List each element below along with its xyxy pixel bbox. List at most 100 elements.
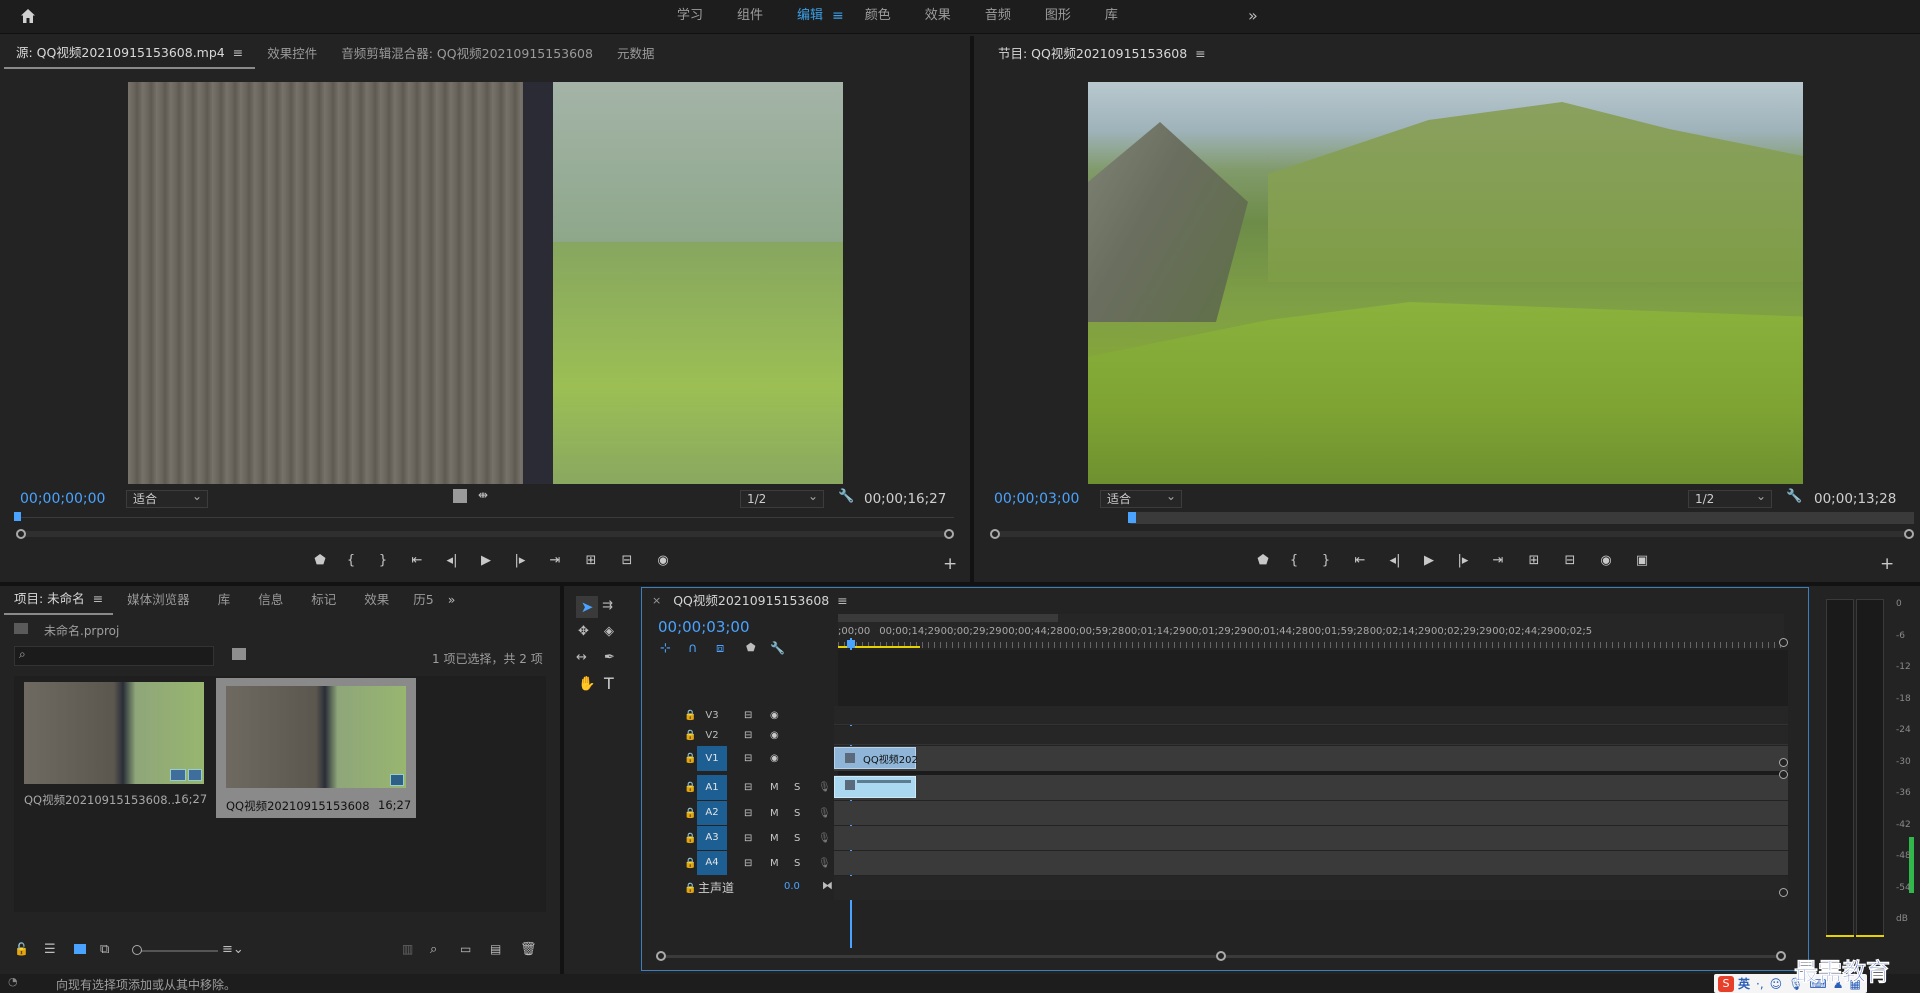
solo-button[interactable]: S	[794, 782, 800, 793]
tab-sequence[interactable]: QQ视频20210915153608 ≡	[667, 587, 854, 615]
mute-button[interactable]: M	[770, 833, 779, 844]
zoom-handle-left[interactable]	[16, 529, 26, 539]
sync-lock-icon[interactable]: ⊟	[744, 808, 752, 819]
find-icon[interactable]: ⌕	[430, 942, 437, 957]
track-lock-icon[interactable]: 🔒	[684, 833, 696, 844]
tab-media-browser[interactable]: 媒体浏览器	[113, 586, 204, 614]
lift-icon[interactable]: ⊞	[1516, 553, 1552, 568]
track-vertical-scroll[interactable]	[1779, 638, 1788, 900]
tab-metadata[interactable]: 元数据	[605, 40, 667, 68]
step-forward-icon[interactable]: |▸	[503, 553, 537, 568]
sync-lock-icon[interactable]: ⊟	[744, 710, 752, 721]
program-panel-menu-icon[interactable]: ≡	[1195, 46, 1205, 61]
go-to-out-icon[interactable]: ⇥	[537, 553, 573, 568]
mute-button[interactable]: M	[770, 858, 779, 869]
close-sequence-icon[interactable]: ×	[646, 587, 667, 615]
sort-icon[interactable]: ≡⌄	[222, 942, 244, 957]
ripple-edit-tool-icon[interactable]: ✥	[578, 624, 589, 639]
mark-in-icon[interactable]: {	[335, 553, 367, 568]
track-lock-icon[interactable]: 🔒	[684, 710, 696, 721]
automate-to-sequence-icon[interactable]: ▥	[402, 942, 413, 956]
workspace-editing[interactable]: 编辑	[780, 0, 840, 34]
program-wrench-icon[interactable]: 🔧	[1786, 489, 1802, 504]
workspace-libraries[interactable]: 库	[1088, 0, 1135, 34]
tab-info[interactable]: 信息	[244, 586, 297, 614]
tab-effects[interactable]: 效果	[350, 586, 403, 614]
timeline-horizontal-scroll[interactable]	[656, 950, 1786, 964]
tab-audio-clip-mixer[interactable]: 音频剪辑混合器: QQ视频20210915153608	[329, 40, 605, 68]
program-play-icon[interactable]: ▶	[1412, 553, 1446, 568]
workspace-color[interactable]: 颜色	[848, 0, 908, 34]
razor-tool-icon[interactable]: ◈	[604, 624, 614, 639]
track-label-a4[interactable]: A4	[697, 851, 727, 875]
step-back-icon[interactable]: ◂|	[435, 553, 469, 568]
track-label-a1[interactable]: A1	[697, 775, 727, 800]
overwrite-icon[interactable]: ⊟	[609, 553, 645, 568]
program-export-frame-icon[interactable]: ◉	[1588, 553, 1624, 568]
zoom-slider[interactable]	[132, 945, 218, 955]
voiceover-mic-icon[interactable]: 🎙	[818, 858, 831, 869]
project-divider[interactable]	[560, 586, 564, 974]
go-to-in-icon[interactable]: ⇤	[399, 553, 435, 568]
voiceover-mic-icon[interactable]: 🎙	[818, 833, 831, 844]
audio-clip[interactable]	[834, 776, 916, 798]
sync-lock-icon[interactable]: ⊟	[744, 833, 752, 844]
slip-tool-icon[interactable]: ↔	[576, 650, 587, 665]
new-search-bin-icon[interactable]	[232, 648, 246, 660]
workspace-graphics[interactable]: 图形	[1028, 0, 1088, 34]
tab-history[interactable]: 历5	[403, 586, 443, 614]
timeline-timecode[interactable]: 00;00;03;00	[658, 618, 750, 636]
sync-lock-icon[interactable]: ⊟	[744, 753, 752, 764]
mark-out-icon[interactable]: }	[367, 553, 399, 568]
program-step-back-icon[interactable]: ◂|	[1378, 553, 1412, 568]
program-go-to-in-icon[interactable]: ⇤	[1342, 553, 1378, 568]
source-zoom-bar[interactable]	[16, 528, 954, 540]
tab-libraries[interactable]: 库	[204, 586, 245, 614]
source-timecode[interactable]: 00;00;00;00	[20, 491, 105, 507]
track-lock-icon[interactable]: 🔒	[684, 782, 696, 793]
track-label-v3[interactable]: V3	[697, 706, 727, 725]
track-label-v1[interactable]: V1	[697, 746, 727, 771]
track-label-a2[interactable]: A2	[697, 801, 727, 825]
safe-margins-icon[interactable]	[453, 489, 467, 503]
freeform-view-icon[interactable]: ⧉	[100, 942, 109, 957]
track-lock-icon[interactable]: 🔒	[684, 753, 696, 764]
more-workspaces-icon[interactable]: »	[1248, 0, 1258, 32]
program-step-forward-icon[interactable]: |▸	[1446, 553, 1480, 568]
source-settings-icon[interactable]: ⇼	[478, 488, 488, 502]
tab-program[interactable]: 节目: QQ视频20210915153608 ≡	[986, 40, 1218, 68]
sync-lock-icon[interactable]: ⊟	[744, 782, 752, 793]
sync-lock-icon[interactable]: ⊟	[744, 730, 752, 741]
home-icon[interactable]	[16, 7, 40, 27]
insert-icon[interactable]: ⊞	[573, 553, 609, 568]
source-fit-dropdown[interactable]: 适合	[126, 488, 208, 508]
sync-lock-icon[interactable]: ⊟	[744, 858, 752, 869]
ime-punct-icon[interactable]: ·,	[1756, 977, 1764, 991]
program-add-marker-icon[interactable]: ⬟	[1248, 553, 1278, 568]
eye-icon[interactable]: ◉	[770, 753, 779, 764]
source-add-button-icon[interactable]: +	[943, 554, 957, 574]
panel-menu-icon[interactable]: ≡	[233, 45, 243, 60]
program-playhead[interactable]	[1128, 512, 1136, 523]
sogou-logo-icon[interactable]: S	[1718, 975, 1734, 992]
master-volume-value[interactable]: 0.0	[784, 881, 800, 892]
icon-view-icon[interactable]	[74, 944, 86, 954]
source-playhead[interactable]	[14, 512, 21, 521]
go-to-end-icon[interactable]: ⧓	[822, 879, 833, 892]
ime-language[interactable]: 英	[1738, 975, 1750, 992]
project-item[interactable]: QQ视频20210915153608... 16;27	[18, 682, 208, 807]
voiceover-mic-icon[interactable]: 🎙	[818, 782, 831, 793]
tab-effect-controls[interactable]: 效果控件	[255, 40, 329, 68]
vertical-divider[interactable]	[970, 36, 974, 582]
export-frame-icon[interactable]: ◉	[645, 553, 681, 568]
video-clip[interactable]: QQ视频202	[834, 747, 918, 769]
tab-source[interactable]: 源: QQ视频20210915153608.mp4 ≡	[4, 39, 256, 69]
program-resolution-dropdown[interactable]: 1/2	[1688, 488, 1772, 508]
program-mark-in-icon[interactable]: {	[1278, 553, 1310, 568]
track-label-a3[interactable]: A3	[697, 826, 727, 850]
mute-button[interactable]: M	[770, 782, 779, 793]
zoom-handle-right[interactable]	[944, 529, 954, 539]
extract-icon[interactable]: ⊟	[1552, 553, 1588, 568]
compare-view-icon[interactable]: ▣	[1624, 553, 1660, 568]
sequence-menu-icon[interactable]: ≡	[837, 593, 847, 608]
